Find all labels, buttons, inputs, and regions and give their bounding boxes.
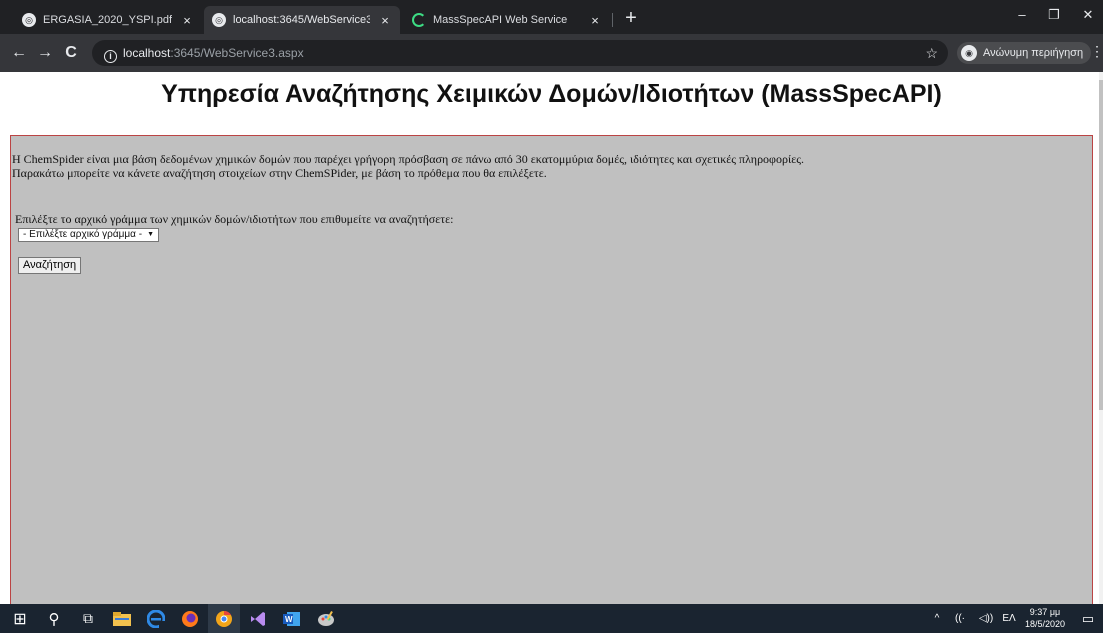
tab-ergasia-pdf[interactable]: ◎ ERGASIA_2020_YSPI.pdf × xyxy=(14,6,202,34)
volume-icon[interactable]: ◁)) xyxy=(974,604,998,633)
close-icon[interactable]: × xyxy=(378,13,392,28)
description-line: Παρακάτω μπορείτε να κάνετε αναζήτηση στ… xyxy=(12,166,547,180)
clock-time: 9:37 μμ xyxy=(1029,607,1061,617)
tray-chevron-icon[interactable]: ^ xyxy=(930,604,944,633)
select-prompt: Επιλέξτε το αρχικό γράμμα των χημικών δο… xyxy=(15,212,454,226)
search-button[interactable]: Αναζήτηση xyxy=(18,257,82,274)
globe-icon: ◎ xyxy=(22,13,36,27)
bookmark-star-icon[interactable]: ☆ xyxy=(925,40,938,66)
minimize-button[interactable]: – xyxy=(1008,4,1036,26)
browser-tab-bar: ◎ ERGASIA_2020_YSPI.pdf × ◎ localhost:36… xyxy=(0,0,1103,34)
notification-icon[interactable]: ▭ xyxy=(1078,604,1098,633)
select-value: - Επιλέξτε αρχικό γράμμα - xyxy=(23,229,143,240)
reload-button[interactable]: C xyxy=(60,42,82,64)
tab-title: ERGASIA_2020_YSPI.pdf xyxy=(43,14,172,26)
info-icon[interactable]: i xyxy=(104,50,117,63)
initial-letter-select[interactable]: - Επιλέξτε αρχικό γράμμα - ▼ xyxy=(18,228,159,242)
clock-date: 18/5/2020 xyxy=(1024,619,1066,629)
browser-toolbar: ← → C i localhost:3645/WebService3.aspx ☆… xyxy=(0,34,1103,72)
tab-masspecapi[interactable]: MassSpecAPI Web Service × xyxy=(404,6,610,34)
incognito-icon: ◉ xyxy=(961,45,977,61)
description-line: Η ChemSpider είναι μια βάση δεδομένων χη… xyxy=(12,152,804,166)
edge-browser-icon[interactable] xyxy=(140,604,172,633)
tab-webservice3[interactable]: ◎ localhost:3645/WebService3.aspx × xyxy=(204,6,400,34)
chrome-icon[interactable] xyxy=(208,604,240,633)
close-window-button[interactable]: ✕ xyxy=(1074,4,1102,26)
globe-icon: ◎ xyxy=(212,13,226,27)
word-icon[interactable]: W xyxy=(276,604,308,633)
main-panel: Η ChemSpider είναι μια βάση δεδομένων χη… xyxy=(10,135,1093,604)
incognito-label: Ανώνυμη περιήγηση xyxy=(983,47,1084,59)
file-explorer-icon[interactable] xyxy=(106,604,138,633)
page-title: Υπηρεσία Αναζήτησης Χειμικών Δομών/Ιδιοτ… xyxy=(161,80,942,108)
paint-icon[interactable] xyxy=(310,604,342,633)
back-button[interactable]: ← xyxy=(8,42,30,64)
windows-start-icon[interactable]: ⊞ xyxy=(4,604,36,633)
taskbar-clock[interactable]: 9:37 μμ 18/5/2020 xyxy=(1020,606,1070,630)
network-icon[interactable]: ((· xyxy=(950,604,970,633)
masspec-favicon-icon xyxy=(412,13,426,27)
address-host: localhost xyxy=(123,46,171,60)
chevron-down-icon: ▼ xyxy=(147,231,154,238)
page-content: Υπηρεσία Αναζήτησης Χειμικών Δομών/Ιδιοτ… xyxy=(0,72,1103,604)
description: Η ChemSpider είναι μια βάση δεδομένων χη… xyxy=(12,152,804,180)
svg-text:W: W xyxy=(285,615,293,624)
close-icon[interactable]: × xyxy=(180,13,194,28)
windows-taskbar: ⊞ ⚲ ⧉ W ^ ((· ◁)) ΕΛ 9:37 μμ 18/5/2020 ▭ xyxy=(0,604,1103,633)
tab-separator xyxy=(612,13,613,27)
tab-title: localhost:3645/WebService3.aspx xyxy=(233,14,370,26)
firefox-icon[interactable] xyxy=(174,604,206,633)
search-icon[interactable]: ⚲ xyxy=(38,604,70,633)
visual-studio-icon[interactable] xyxy=(242,604,274,633)
tab-title: MassSpecAPI Web Service xyxy=(433,14,568,26)
scrollbar-thumb[interactable] xyxy=(1099,80,1103,410)
language-indicator[interactable]: ΕΛ xyxy=(1000,604,1018,633)
task-view-icon[interactable]: ⧉ xyxy=(72,604,104,633)
restore-button[interactable]: ❐ xyxy=(1040,4,1068,26)
new-tab-button[interactable]: + xyxy=(619,7,643,31)
menu-icon[interactable]: ⋮ xyxy=(1090,43,1103,60)
close-icon[interactable]: × xyxy=(588,13,602,28)
address-path: :3645/WebService3.aspx xyxy=(170,46,304,60)
incognito-profile-button[interactable]: ◉ Ανώνυμη περιήγηση xyxy=(957,42,1092,64)
address-bar[interactable]: i localhost:3645/WebService3.aspx ☆ xyxy=(92,40,948,66)
forward-button[interactable]: → xyxy=(34,42,56,64)
page-scrollbar[interactable] xyxy=(1099,72,1103,604)
